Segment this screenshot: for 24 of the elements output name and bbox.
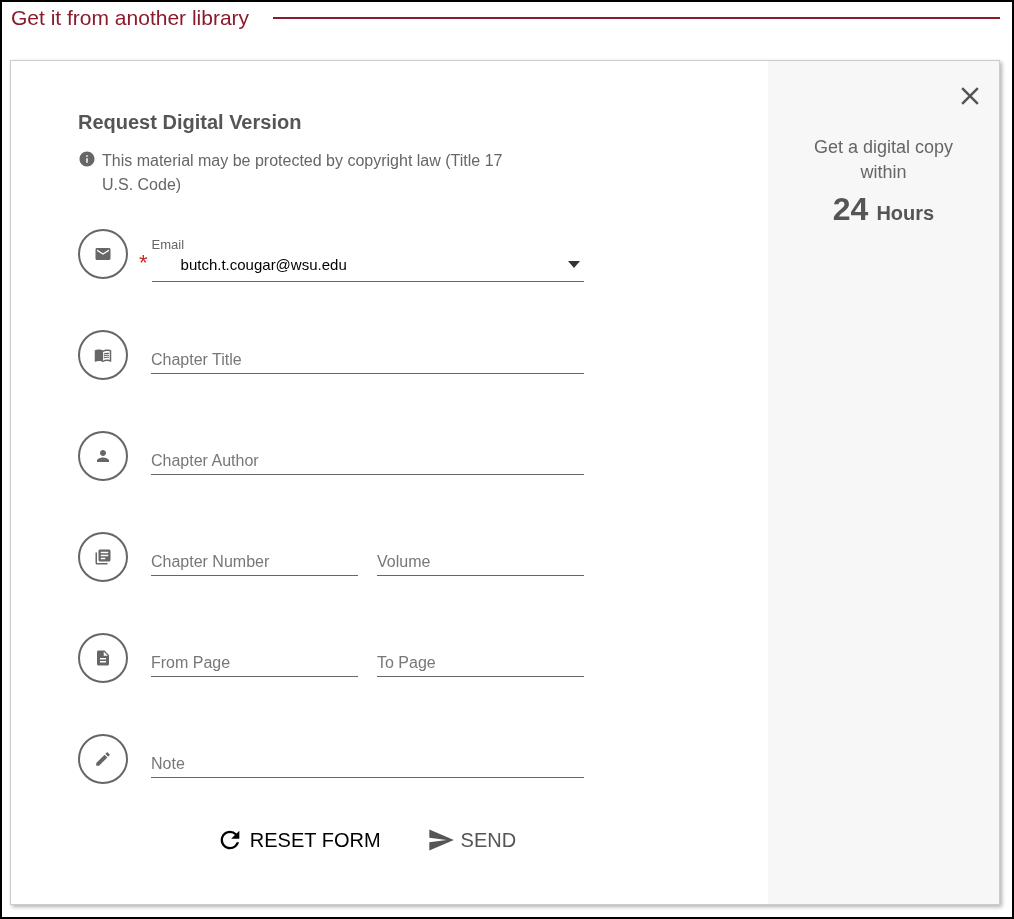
text-field[interactable]: Volume	[377, 549, 584, 576]
delivery-number: 24	[832, 190, 869, 229]
email-value: butch.t.cougar@wsu.edu	[180, 254, 347, 275]
dropdown-caret-icon	[568, 260, 580, 268]
delivery-text: Get a digital copy within	[812, 136, 955, 184]
copyright-notice: This material may be protected by copyright law (Title 17 U.S. Code)	[102, 151, 504, 195]
section-title: Get it from another library	[11, 5, 250, 32]
document-icon	[94, 648, 112, 667]
text-field[interactable]: Note	[151, 751, 584, 778]
text-field[interactable]: Chapter Author	[151, 448, 584, 475]
form-title: Request Digital Version	[78, 110, 303, 135]
delivery-unit: Hours	[876, 201, 935, 226]
pencil-icon	[94, 749, 112, 768]
info-icon	[78, 150, 96, 168]
text-field[interactable]: From Page	[151, 650, 358, 677]
send-button[interactable]: SEND	[426, 825, 517, 855]
text-field[interactable]: To Page	[377, 650, 584, 677]
reset-form-button[interactable]: RESET FORM	[215, 825, 381, 855]
text-field[interactable]: Chapter Title	[151, 347, 584, 374]
email-label: Email	[151, 237, 185, 251]
required-asterisk: *	[139, 251, 148, 274]
text-field[interactable]: Chapter Number	[151, 549, 358, 576]
books-icon	[94, 547, 112, 566]
email-select[interactable]: Email butch.t.cougar@wsu.edu	[151, 237, 584, 282]
